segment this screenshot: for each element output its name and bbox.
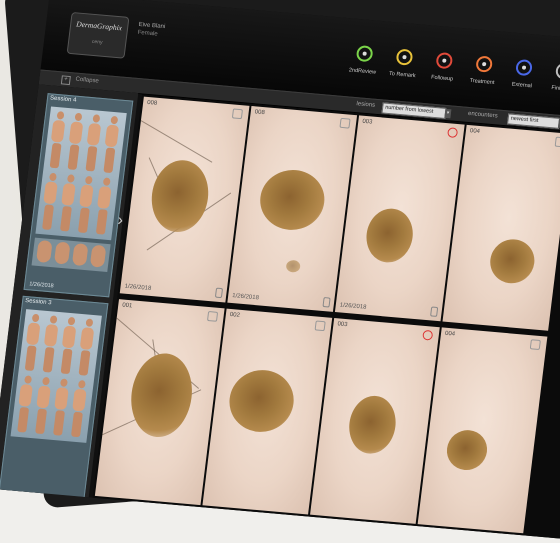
patient-name: Eive Blani [138, 21, 166, 31]
lesion [487, 237, 537, 286]
tag-icon[interactable] [554, 136, 560, 148]
tag-icon[interactable] [206, 311, 219, 322]
status-treatment-button[interactable]: Treatment [462, 54, 505, 86]
status-ring-icon [395, 48, 414, 66]
status-label: To Remark [388, 70, 416, 80]
lesion-number: 002 [229, 311, 241, 319]
encounters-sort-label: encounters [467, 110, 498, 120]
app-logo[interactable]: DermaGraphix ceny [66, 11, 130, 59]
body-map-thumbnail[interactable] [35, 106, 127, 241]
status-ring-icon [554, 62, 560, 80]
session-date: 1/26/2018 [28, 281, 54, 290]
tag-icon[interactable] [314, 320, 326, 332]
lesion-date: 1/26/2018 [231, 293, 260, 302]
lesion-number: 003 [361, 118, 373, 126]
app-window: DermaGraphix ceny Eive Blani Female 2ndR… [0, 0, 560, 543]
lesion-image-cell[interactable]: 003 [310, 318, 440, 524]
tag-icon[interactable] [339, 117, 351, 129]
lesion [345, 393, 399, 456]
status-ring-icon [435, 51, 454, 70]
tag-icon[interactable] [231, 108, 244, 120]
lesions-sort-label: lesions [356, 101, 376, 109]
lesion-date: 1/26/2018 [339, 302, 367, 311]
status-followup-button[interactable]: Followup [422, 51, 465, 83]
lesion-number: 004 [444, 330, 456, 338]
lock-icon[interactable] [322, 297, 331, 308]
lesion [147, 157, 213, 235]
chevron-down-icon[interactable]: ▾ [444, 108, 452, 119]
logo-subtext: ceny [91, 38, 103, 46]
lesion-number: 003 [337, 321, 348, 329]
lesion-number: 004 [469, 128, 481, 135]
lesion-date: 1/26/2018 [124, 283, 152, 292]
patient-sex: Female [137, 29, 158, 38]
lesion-image-cell[interactable]: 008 1/26/2018 [119, 96, 250, 303]
status-external-button[interactable]: External [502, 58, 545, 90]
lesion-image-cell[interactable]: 004 [417, 327, 548, 534]
status-ring-icon [475, 55, 494, 73]
session-title: Session 4 [49, 95, 77, 104]
lock-icon[interactable] [430, 306, 439, 317]
lesion [256, 167, 328, 233]
session-title: Session 3 [24, 298, 52, 307]
lesion-number: 001 [121, 302, 133, 310]
status-finished-button[interactable]: Finished [541, 61, 560, 93]
status-label: Treatment [469, 77, 495, 87]
lesion-image-cell[interactable]: 008 1/26/2018 [227, 105, 358, 312]
lesion-number: 008 [146, 99, 158, 107]
body-map-thumbnail[interactable] [10, 309, 102, 443]
lesion [444, 428, 490, 472]
session-card[interactable]: Session 3 [0, 295, 109, 500]
status-label: Finished [550, 85, 560, 93]
flag-icon[interactable] [422, 329, 434, 341]
lesion-number: 008 [254, 109, 266, 117]
lock-icon[interactable] [214, 287, 224, 299]
status-ring-icon [355, 45, 374, 63]
head-views-thumbnail[interactable] [31, 237, 111, 273]
status-label: Followup [430, 74, 454, 83]
logo-text: DermaGraphix [75, 19, 123, 33]
status-label: External [511, 81, 533, 90]
lesion [363, 206, 416, 265]
lesions-sort-value: number from lowest [384, 104, 434, 115]
collapse-icon[interactable]: + [60, 75, 71, 86]
lesion-image-grid: 008 1/26/2018 008 1/26/2018 003 1/26/201… [92, 94, 560, 543]
status-ring-icon [515, 58, 533, 77]
lesion [285, 259, 301, 273]
lesion-image-cell[interactable]: 001 [94, 299, 225, 506]
chevron-right-icon[interactable]: › [116, 212, 124, 230]
status-to-remark-button[interactable]: To Remark [382, 47, 425, 79]
encounters-sort-value: newest first [510, 115, 539, 125]
flag-icon[interactable] [447, 127, 459, 139]
status-label: 2ndReview [348, 67, 377, 76]
lesion-image-cell[interactable]: 002 [202, 308, 333, 515]
session-card[interactable]: Session 4 1/26/2018 [23, 93, 134, 298]
collapse-button[interactable]: Collapse [75, 77, 99, 85]
lesion [126, 350, 197, 440]
status-2nd-review-button[interactable]: 2ndReview [342, 44, 385, 76]
tag-icon[interactable] [529, 339, 541, 351]
lesion [225, 367, 298, 435]
